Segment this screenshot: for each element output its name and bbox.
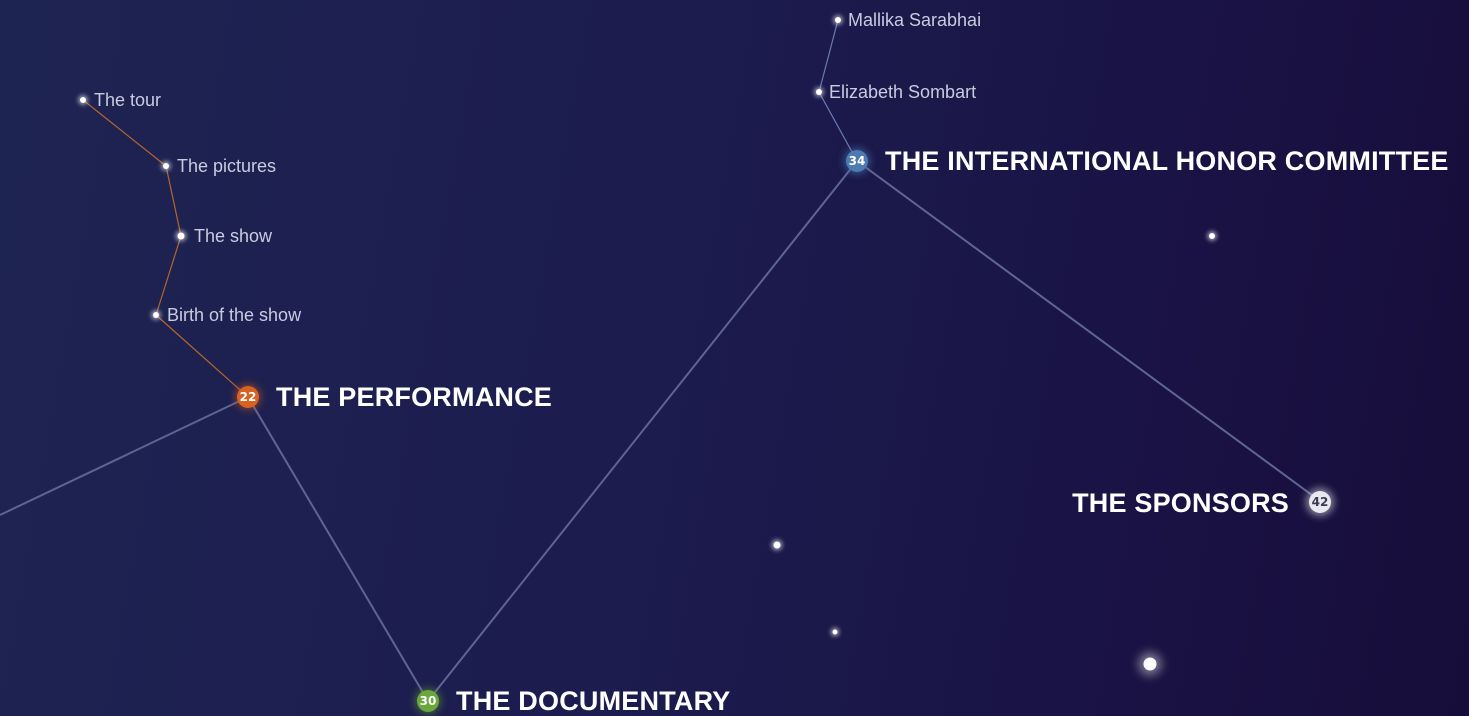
honor-committee-badge[interactable]: 34 [846,150,868,172]
honor-item-elizabeth[interactable]: Elizabeth Sombart [829,83,976,101]
link-offscreen-performance [0,396,249,516]
constellation-lines [0,19,1321,702]
honor-committee-title[interactable]: THE INTERNATIONAL HONOR COMMITTEE [885,147,1449,175]
star-icon [1209,233,1215,239]
performance-item-show[interactable]: The show [194,227,272,245]
honor-item-mallika[interactable]: Mallika Sarabhai [848,11,981,29]
link-performance-documentary [247,396,429,702]
documentary-title[interactable]: THE DOCUMENTARY [456,687,731,715]
link-performance-items [82,99,249,398]
star-icon [80,97,86,103]
performance-item-tour[interactable]: The tour [94,91,161,109]
performance-badge[interactable]: 22 [237,386,259,408]
star-icon [835,17,841,23]
star-icon [773,541,781,549]
performance-item-birth[interactable]: Birth of the show [167,306,301,324]
performance-title[interactable]: THE PERFORMANCE [276,383,552,411]
performance-item-pictures[interactable]: The pictures [177,157,276,175]
link-honor-sponsors [856,160,1321,502]
sponsors-badge[interactable]: 42 [1309,491,1331,513]
documentary-badge[interactable]: 30 [417,690,439,712]
star-icon [177,232,185,240]
star-icon [832,629,838,635]
star-icon [153,312,159,318]
star-icon [816,89,822,95]
link-documentary-honor [427,160,858,702]
star-icon [163,163,169,169]
sponsors-title[interactable]: THE SPONSORS [1072,489,1289,517]
star-icon [1143,657,1157,671]
